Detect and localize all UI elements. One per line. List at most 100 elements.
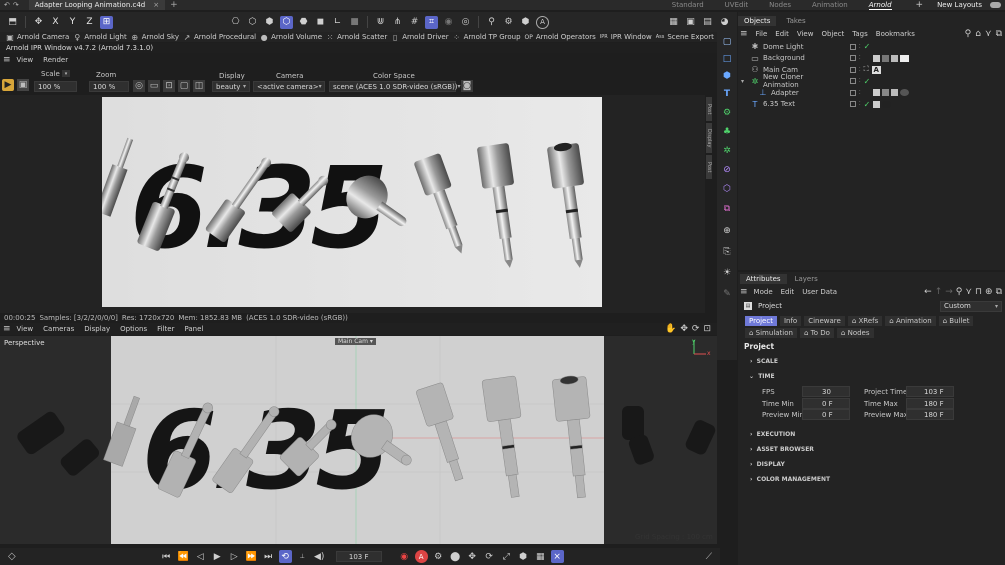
- attr-new-icon[interactable]: ⊕: [985, 287, 993, 297]
- layout-standard[interactable]: Standard: [672, 1, 704, 9]
- cube-icon[interactable]: □: [721, 50, 734, 67]
- color-space-select[interactable]: scene (ACES 1.0 SDR-video (sRGB)) ▾: [329, 81, 461, 92]
- material-tag-icon[interactable]: [872, 89, 880, 97]
- enabled-check-icon[interactable]: ✓: [864, 77, 871, 86]
- list-item[interactable]: ⊥ Adapter ⁚: [740, 87, 1005, 99]
- layout-uvedit[interactable]: UVEdit: [725, 1, 748, 9]
- enabled-check-icon[interactable]: ✓: [864, 42, 871, 51]
- sound-icon[interactable]: ◀): [313, 550, 326, 563]
- scale-field[interactable]: 100 %: [34, 81, 77, 92]
- autokey-icon[interactable]: A: [414, 550, 428, 563]
- cameras-palette-icon[interactable]: ▢: [721, 33, 734, 50]
- snapshot-icon[interactable]: ▢: [178, 80, 190, 92]
- arnold-a-icon[interactable]: A: [536, 15, 549, 29]
- viewport-menu-options[interactable]: Options: [120, 325, 147, 333]
- prev-frame-icon[interactable]: ◁: [194, 550, 207, 563]
- enabled-check-icon[interactable]: ✓: [864, 100, 871, 109]
- layout-arnold[interactable]: Arnold: [868, 1, 892, 10]
- material-tag-icon[interactable]: [881, 89, 889, 97]
- crop-icon[interactable]: ▭: [148, 80, 160, 92]
- redo-icon[interactable]: ↷: [13, 1, 19, 9]
- move-tool-icon[interactable]: ✥: [32, 16, 45, 29]
- tag-icon[interactable]: [890, 54, 898, 62]
- motion-icon[interactable]: ⬤: [449, 550, 462, 563]
- attributes-menu-edit[interactable]: Edit: [781, 288, 795, 296]
- next-key-icon[interactable]: ⏩: [245, 550, 258, 563]
- visibility-toggle[interactable]: [850, 55, 856, 62]
- record-icon[interactable]: ◉: [398, 550, 411, 563]
- viewport-hamburger-icon[interactable]: ≡: [3, 324, 11, 334]
- material-tag-icon[interactable]: [899, 89, 909, 97]
- maximize-view-icon[interactable]: ⊡: [703, 324, 711, 334]
- attributes-hamburger-icon[interactable]: ≡: [740, 287, 748, 297]
- polygons-mode-icon[interactable]: ◼: [314, 16, 327, 29]
- fps-field[interactable]: 30: [802, 386, 850, 397]
- arnold-driver-button[interactable]: ▯ Arnold Driver: [391, 33, 449, 42]
- coordinate-system-icon[interactable]: ⊞: [100, 15, 113, 29]
- light-palette-icon[interactable]: ☀: [721, 262, 734, 283]
- stop-render-icon[interactable]: ▣: [17, 79, 29, 91]
- render-settings-icon[interactable]: ▤: [701, 16, 714, 29]
- chip-project[interactable]: Project: [745, 316, 777, 326]
- undo-icon[interactable]: ↶: [4, 1, 10, 9]
- visibility-dots[interactable]: ⁚: [859, 44, 861, 50]
- objects-menu-object[interactable]: Object: [821, 30, 844, 38]
- objects-menu-edit[interactable]: Edit: [775, 30, 789, 38]
- project-time-field[interactable]: 103 F: [906, 386, 954, 397]
- graph-icon[interactable]: ⟋: [706, 552, 712, 562]
- settings-gear-icon[interactable]: ⚙: [502, 16, 515, 29]
- play-render-icon[interactable]: ▶: [2, 79, 14, 91]
- viewport-menu-filter[interactable]: Filter: [157, 325, 174, 333]
- record-position-icon[interactable]: ✥: [466, 550, 479, 563]
- current-frame-field[interactable]: 103 F: [335, 551, 382, 562]
- tab-objects[interactable]: Objects: [738, 15, 777, 26]
- preview-min-field[interactable]: 0 F: [802, 409, 850, 420]
- arnold-light-button[interactable]: ♀ Arnold Light: [73, 33, 126, 42]
- magnet-icon[interactable]: ⋓: [374, 16, 387, 29]
- record-param-icon[interactable]: ⬢: [517, 550, 530, 563]
- symmetry-icon[interactable]: ⋔: [391, 16, 404, 29]
- expand-icon[interactable]: ▾: [741, 78, 749, 85]
- primitive-icon[interactable]: ⬢: [721, 67, 734, 84]
- list-item[interactable]: ▭ Background ⁚: [740, 53, 1005, 65]
- next-frame-icon[interactable]: ▷: [228, 550, 241, 563]
- objects-hamburger-icon[interactable]: ≡: [740, 29, 748, 39]
- back-arrow-icon[interactable]: ←: [924, 287, 932, 297]
- hamburger-menu-icon[interactable]: ≡: [3, 55, 11, 65]
- attributes-menu-user-data[interactable]: User Data: [802, 288, 837, 296]
- axis-x[interactable]: X: [49, 16, 62, 29]
- orbit-icon[interactable]: ⟳: [692, 324, 700, 334]
- layout-animation[interactable]: Animation: [812, 1, 848, 9]
- visibility-toggle[interactable]: [850, 66, 856, 73]
- main-cam-tag[interactable]: Main Cam ▾: [335, 338, 376, 345]
- zoom-field[interactable]: 100 %: [89, 81, 129, 92]
- workplane-icon[interactable]: ◉: [442, 16, 455, 29]
- add-layout-icon[interactable]: +: [916, 0, 924, 10]
- prev-key-icon[interactable]: ⏪: [177, 550, 190, 563]
- scene-export-button[interactable]: Ass Scene Export: [656, 33, 714, 41]
- arnold-tp-group-button[interactable]: ⁘ Arnold TP Group: [453, 33, 520, 42]
- scale-chevron-icon[interactable]: ▾: [62, 70, 70, 77]
- add-tab-icon[interactable]: +: [170, 0, 178, 10]
- region-icon[interactable]: ◎: [133, 80, 145, 92]
- lock-view-icon[interactable]: ⊡: [163, 80, 175, 92]
- render-picture-icon[interactable]: ▣: [684, 16, 697, 29]
- list-item[interactable]: ✱ Dome Light ⁚ ✓: [740, 41, 1005, 53]
- pan-icon[interactable]: ✋: [665, 324, 676, 334]
- up-arrow-icon[interactable]: ↑: [935, 287, 943, 297]
- attributes-menu-mode[interactable]: Mode: [754, 288, 773, 296]
- objects-menu-view[interactable]: View: [797, 30, 814, 38]
- render-region-icon[interactable]: ◎: [459, 16, 472, 29]
- record-rotation-icon[interactable]: ⟳: [483, 550, 496, 563]
- volume-palette-icon[interactable]: ⬡: [721, 179, 734, 198]
- material-tag-icon[interactable]: [882, 100, 892, 108]
- attr-search-icon[interactable]: ⚲: [956, 287, 963, 297]
- side-tab-post[interactable]: Post: [706, 97, 712, 121]
- arnold-camera-button[interactable]: ▣ Arnold Camera: [6, 33, 69, 42]
- new-window-icon[interactable]: ⧉: [996, 29, 1002, 39]
- group-execution[interactable]: › EXECUTION: [750, 431, 795, 438]
- chip-xrefs[interactable]: ⌂ XRefs: [847, 316, 883, 326]
- move-view-icon[interactable]: ✥: [680, 324, 688, 334]
- generator-icon[interactable]: ⚙: [721, 103, 734, 122]
- visibility-toggle[interactable]: [850, 101, 856, 108]
